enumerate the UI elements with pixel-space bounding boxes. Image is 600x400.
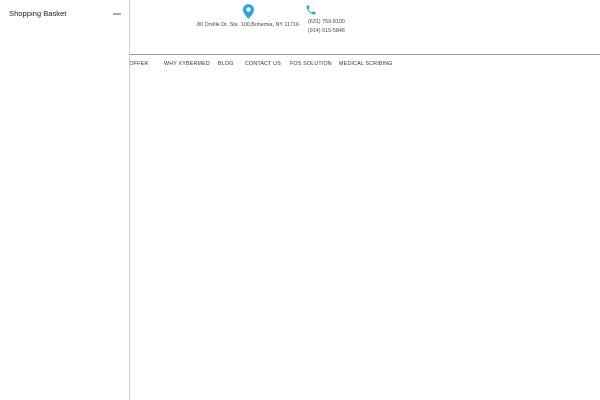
nav-item-medical-scribing[interactable]: MEDICAL SCRIBING (339, 61, 393, 67)
nav-item-blog[interactable]: BLOG (218, 61, 234, 67)
minus-icon (113, 13, 121, 15)
phone-icon (306, 5, 316, 15)
drawer-close-button[interactable] (111, 11, 123, 17)
address-text: 80 Orville Dr. Ste. 100,Bohemia, NY 1171… (197, 22, 299, 28)
nav-item-fos-solution[interactable]: FOS SOLUTION (290, 61, 332, 67)
nav-item-contact-us[interactable]: CONTACT US (245, 61, 281, 67)
map-pin-icon (242, 4, 254, 19)
drawer-title: Shopping Basket (9, 9, 67, 18)
page: 80 Orville Dr. Ste. 100,Bohemia, NY 1171… (0, 0, 600, 400)
address-block: 80 Orville Dr. Ste. 100,Bohemia, NY 1171… (196, 4, 300, 28)
phone-secondary[interactable]: (914) 515-5846 (308, 27, 364, 36)
phone-primary[interactable]: (631) 759-8100 (308, 18, 364, 27)
nav-item-why-xybermed[interactable]: WHY XYBERMED (164, 61, 210, 67)
phone-block: (631) 759-8100 (914) 515-5846 (304, 4, 364, 36)
shopping-basket-drawer: Shopping Basket (0, 0, 130, 400)
